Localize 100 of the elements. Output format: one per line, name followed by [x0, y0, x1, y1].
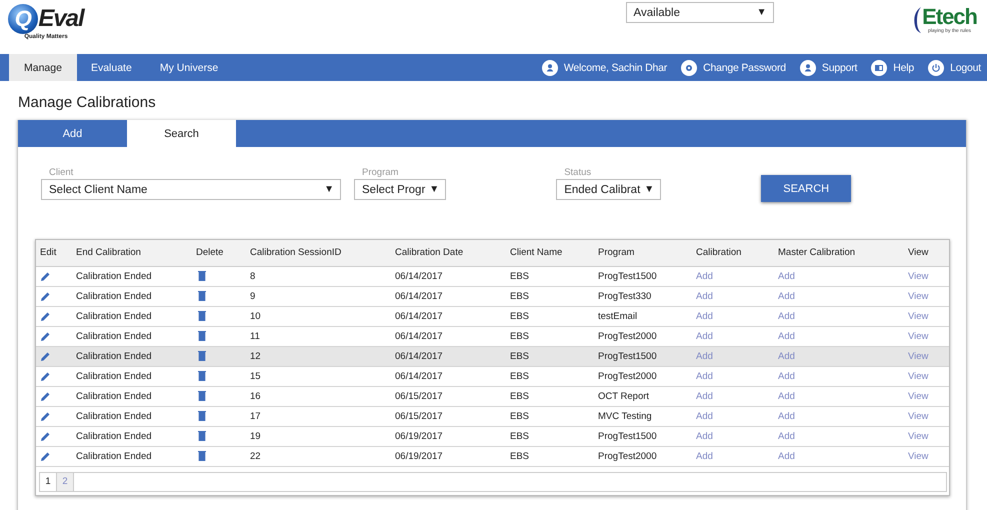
column-header: Calibration SessionID	[246, 240, 391, 266]
status-text: Calibration Ended	[76, 410, 152, 422]
column-header: Edit	[36, 240, 72, 266]
header-link[interactable]: Help	[871, 60, 914, 76]
view-link[interactable]: View	[908, 310, 928, 322]
table-cell: 17	[250, 410, 261, 422]
edit-icon[interactable]	[40, 310, 51, 322]
column-header: Delete	[192, 240, 246, 266]
edit-icon[interactable]	[40, 350, 51, 362]
nav-tab[interactable]: Manage	[9, 54, 77, 81]
table-cell: ProgTest330	[598, 290, 652, 302]
table-cell: 8	[250, 270, 256, 282]
table-cell: 10	[250, 310, 261, 322]
filter-dropdown[interactable]: Select Client Name ▼	[41, 179, 341, 200]
header-link[interactable]: Welcome, Sachin Dhar	[542, 60, 668, 76]
column-header: Client Name	[506, 240, 594, 266]
edit-icon[interactable]	[40, 330, 51, 342]
table-cell: 06/14/2017	[395, 310, 443, 322]
add-link[interactable]: Add	[778, 290, 795, 302]
page-link[interactable]: 2	[57, 472, 74, 490]
table-cell: 11	[250, 330, 260, 342]
view-link[interactable]: View	[908, 270, 928, 282]
table-cell: EBS	[510, 450, 530, 462]
availability-dropdown[interactable]: Available ▼	[626, 2, 774, 23]
nav-tab[interactable]: My Universe	[146, 54, 232, 81]
add-link[interactable]: Add	[778, 450, 795, 462]
header-link[interactable]: Support	[800, 60, 858, 76]
header-link[interactable]: Logout	[928, 60, 981, 76]
status-text: Calibration Ended	[76, 330, 152, 342]
table-cell: EBS	[510, 370, 530, 382]
column-header: Calibration	[692, 240, 774, 266]
table-cell: testEmail	[598, 310, 638, 322]
add-link[interactable]: Add	[696, 290, 713, 302]
status-text: Calibration Ended	[76, 430, 152, 442]
view-link[interactable]: View	[908, 450, 928, 462]
add-link[interactable]: Add	[778, 330, 795, 342]
table-cell: OCT Report	[598, 390, 650, 402]
table-cell: 06/14/2017	[395, 270, 443, 282]
table-cell: 12	[250, 350, 261, 362]
header-link[interactable]: Change Password	[681, 60, 786, 76]
table-cell: EBS	[510, 350, 530, 362]
nav-tab[interactable]: Evaluate	[76, 54, 146, 81]
table-cell: EBS	[510, 270, 530, 282]
add-link[interactable]: Add	[696, 330, 713, 342]
add-link[interactable]: Add	[696, 450, 713, 462]
add-link[interactable]: Add	[696, 310, 713, 322]
edit-icon[interactable]	[40, 450, 51, 462]
filter-dropdown[interactable]: Select Progr ▼	[354, 179, 446, 200]
table-cell: EBS	[510, 310, 530, 322]
column-header: View	[904, 240, 949, 266]
edit-icon[interactable]	[40, 430, 51, 442]
status-text: Calibration Ended	[76, 270, 152, 282]
add-link[interactable]: Add	[778, 390, 795, 402]
add-link[interactable]: Add	[696, 350, 713, 362]
filter-dropdown[interactable]: Ended Calibrat ▼	[556, 179, 662, 200]
logo-mark: Q	[8, 4, 38, 34]
power-icon	[928, 60, 944, 76]
table-cell: ProgTest1500	[598, 270, 657, 282]
view-link[interactable]: View	[908, 430, 928, 442]
view-link[interactable]: View	[908, 390, 928, 402]
field-label: Program	[362, 167, 400, 178]
table-cell: 06/19/2017	[395, 450, 443, 462]
view-link[interactable]: View	[908, 370, 928, 382]
table-cell: 06/14/2017	[395, 290, 443, 302]
status-text: Calibration Ended	[76, 390, 152, 402]
table-cell: EBS	[510, 330, 530, 342]
add-link[interactable]: Add	[778, 430, 795, 442]
add-link[interactable]: Add	[778, 350, 795, 362]
status-text: Calibration Ended	[76, 290, 152, 302]
edit-icon[interactable]	[40, 410, 51, 422]
partner-logo-text: Etech	[922, 6, 977, 28]
swoosh-icon	[913, 6, 922, 34]
view-link[interactable]: View	[908, 290, 928, 302]
edit-icon[interactable]	[40, 390, 51, 402]
table-cell: MVC Testing	[598, 410, 652, 422]
add-link[interactable]: Add	[778, 310, 795, 322]
view-link[interactable]: View	[908, 330, 928, 342]
table-cell: EBS	[510, 390, 530, 402]
edit-icon[interactable]	[40, 370, 51, 382]
field-label: Client	[49, 167, 74, 178]
add-link[interactable]: Add	[696, 430, 713, 442]
search-button[interactable]: SEARCH	[761, 175, 852, 202]
status-text: Calibration Ended	[76, 370, 152, 382]
column-header: Master Calibration	[774, 240, 904, 266]
edit-icon[interactable]	[40, 290, 51, 302]
view-link[interactable]: View	[908, 410, 928, 422]
edit-icon[interactable]	[40, 270, 51, 282]
add-link[interactable]: Add	[778, 370, 795, 382]
panel-tab[interactable]: Search	[127, 120, 236, 147]
add-link[interactable]: Add	[778, 270, 795, 282]
add-link[interactable]: Add	[696, 370, 713, 382]
add-link[interactable]: Add	[778, 410, 795, 422]
add-link[interactable]: Add	[696, 390, 713, 402]
table-cell: 06/15/2017	[395, 390, 443, 402]
panel-tab[interactable]: Add	[18, 120, 127, 147]
add-link[interactable]: Add	[696, 410, 713, 422]
table-cell: 22	[250, 450, 261, 462]
user-icon	[542, 60, 558, 76]
add-link[interactable]: Add	[696, 270, 713, 282]
user-icon	[800, 60, 816, 76]
